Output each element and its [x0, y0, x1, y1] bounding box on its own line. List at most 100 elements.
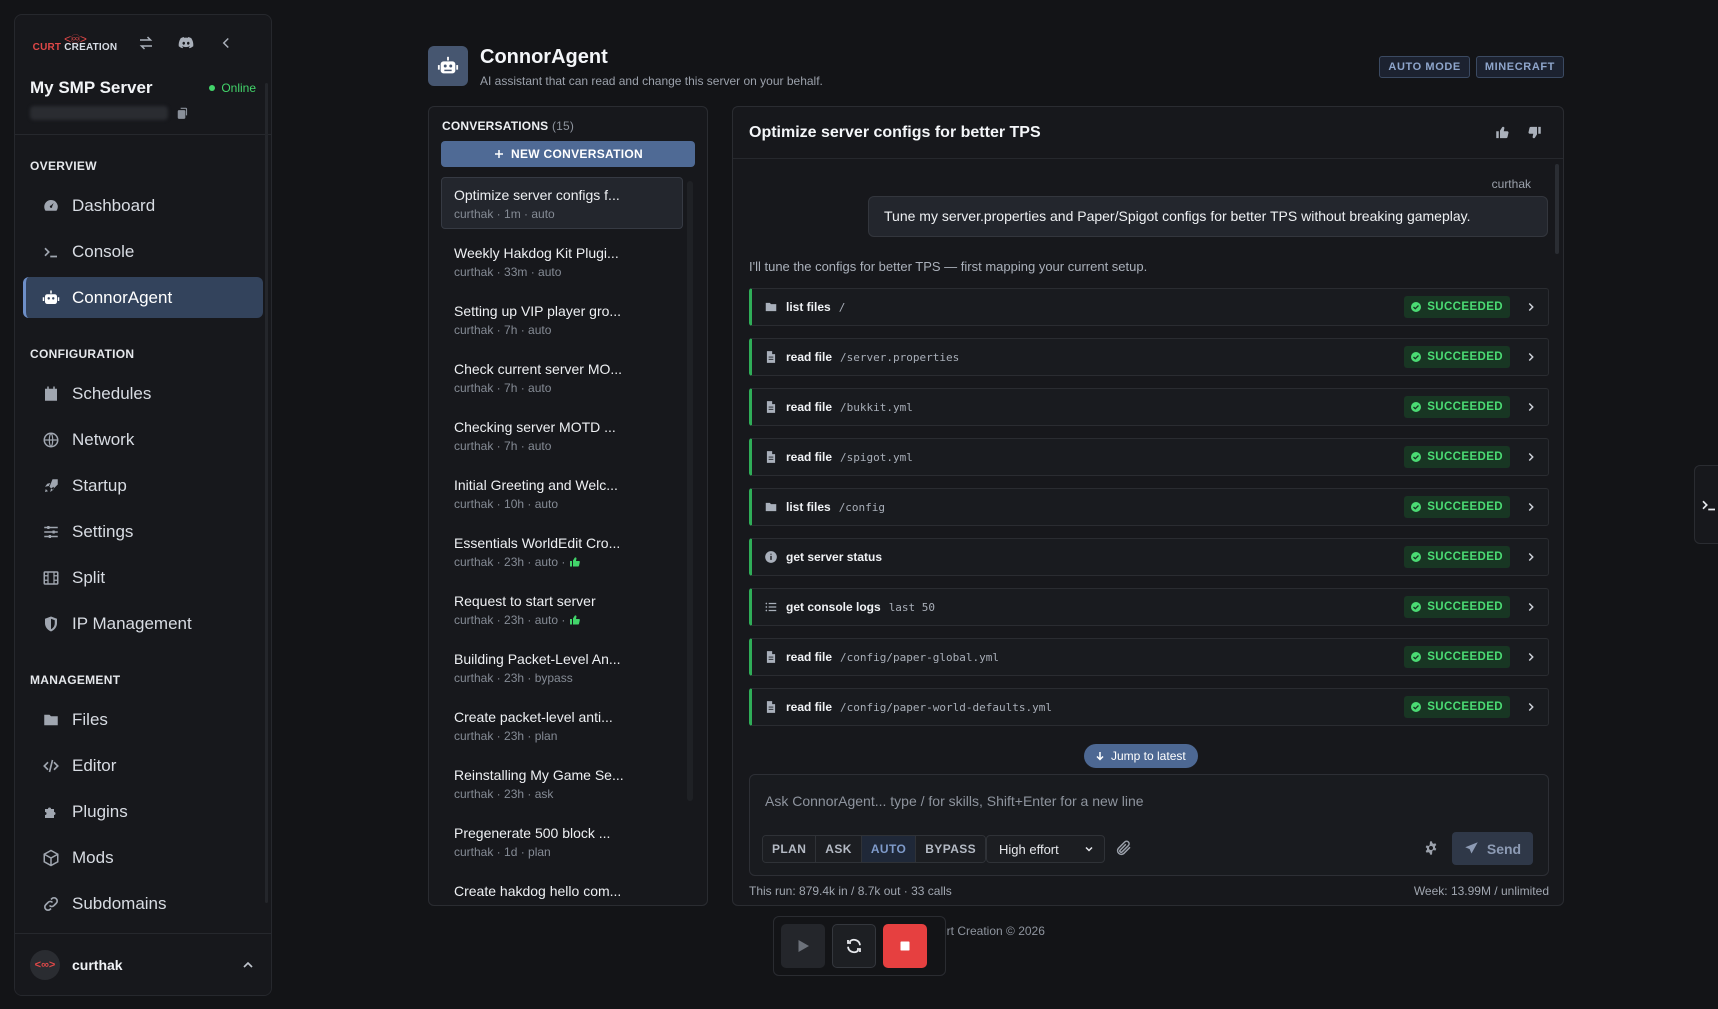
chat-panel: Optimize server configs for better TPS c…: [732, 106, 1564, 906]
chat-transcript[interactable]: curthak Tune my server.properties and Pa…: [733, 160, 1563, 768]
sidebar-scrollbar[interactable]: [265, 83, 268, 903]
mode-plan-button[interactable]: PLAN: [763, 836, 817, 862]
tool-call-row[interactable]: list files/config SUCCEEDED: [749, 488, 1549, 526]
conversation-item[interactable]: Optimize server configs f... curthak · 1m…: [441, 177, 683, 229]
sidebar-item-editor[interactable]: Editor: [23, 745, 263, 786]
gear-icon[interactable]: [1423, 840, 1439, 856]
rocket-icon: [45, 478, 58, 492]
collapse-sidebar-icon[interactable]: [212, 29, 240, 57]
robot-icon: [428, 46, 468, 86]
conversation-meta: curthak · 1m · auto: [454, 207, 555, 221]
chevron-right-icon: [1528, 352, 1534, 362]
mode-ask-button[interactable]: ASK: [816, 836, 862, 862]
conversation-item[interactable]: Building Packet-Level An... curthak · 23h…: [441, 641, 683, 693]
conversation-meta: curthak · 23h · bypass: [454, 671, 573, 685]
console-drawer-tab[interactable]: [1694, 465, 1718, 544]
tool-call-row[interactable]: read file/config/paper-world-defaults.ym…: [749, 688, 1549, 726]
conversation-item[interactable]: Weekly Hakdog Kit Plugi... curthak · 33m …: [441, 235, 683, 287]
conversation-item[interactable]: Initial Greeting and Welc... curthak · 10…: [441, 467, 683, 519]
conversation-item[interactable]: Create packet-level anti... curthak · 23h…: [441, 699, 683, 751]
user-menu[interactable]: <∞> curthak: [15, 933, 271, 995]
tool-call-argument: /config: [838, 500, 886, 514]
conversation-item[interactable]: Setting up VIP player gro... curthak · 7h…: [441, 293, 683, 345]
tool-call-row[interactable]: get server status SUCCEEDED: [749, 538, 1549, 576]
copy-icon[interactable]: [176, 106, 190, 120]
status-badge: SUCCEEDED: [1404, 446, 1510, 468]
info-icon: [765, 551, 777, 563]
chevron-up-icon[interactable]: [240, 957, 256, 973]
send-button[interactable]: Send: [1452, 832, 1533, 865]
sidebar-item-ip-management[interactable]: IP Management: [23, 603, 263, 644]
sidebar-item-label: Plugins: [72, 801, 128, 821]
check-circle-icon: [1411, 302, 1422, 312]
start-button[interactable]: [781, 924, 825, 968]
tool-call-argument: /spigot.yml: [840, 450, 913, 464]
tool-call-row[interactable]: read file/config/paper-global.yml SUCCEED…: [749, 638, 1549, 676]
paperclip-icon[interactable]: [1115, 839, 1133, 857]
sidebar-item-label: Split: [72, 567, 106, 587]
mode-auto-button[interactable]: AUTO: [861, 836, 917, 862]
tool-call-row[interactable]: get console logs last 50 SUCCEEDED: [749, 588, 1549, 626]
nav-section-configuration: CONFIGURATION Schedules Network Startup Sett…: [15, 323, 271, 644]
shield-icon: [45, 616, 57, 631]
sidebar-item-console[interactable]: Console: [23, 231, 263, 272]
conversation-scrollbar[interactable]: [687, 181, 693, 801]
thumbs-up-icon[interactable]: [1489, 120, 1515, 146]
conversation-item[interactable]: Check current server MO... curthak · 7h ·…: [441, 351, 683, 403]
sidebar-top-bar: <♾> CURT CREATION: [15, 15, 271, 70]
link-icon: [44, 896, 58, 911]
sliders-icon: [44, 525, 58, 538]
conversation-meta: curthak · 23h · plan: [454, 729, 558, 743]
tool-call-name: read file: [786, 400, 833, 414]
conversation-item[interactable]: Pregenerate 500 block ... curthak · 1d · …: [441, 815, 683, 867]
stop-button[interactable]: [883, 924, 927, 968]
sidebar-item-network[interactable]: Network: [23, 419, 263, 460]
chevron-right-icon: [1528, 702, 1534, 712]
discord-icon[interactable]: [172, 29, 200, 57]
terminal-icon: [1702, 500, 1715, 510]
sidebar-item-dashboard[interactable]: Dashboard: [23, 185, 263, 226]
tool-call-row[interactable]: read file/spigot.yml SUCCEEDED: [749, 438, 1549, 476]
switch-server-icon[interactable]: [132, 29, 160, 57]
chat-scrollbar[interactable]: [1555, 164, 1559, 254]
sidebar-item-startup[interactable]: Startup: [23, 465, 263, 506]
paper-plane-icon: [1465, 842, 1478, 854]
jump-to-latest-button[interactable]: Jump to latest: [1084, 744, 1198, 768]
conversation-item[interactable]: Request to start server curthak · 23h · a…: [441, 583, 683, 635]
conversation-item[interactable]: Checking server MOTD ... curthak · 7h · a…: [441, 409, 683, 461]
conversation-title: Create hakdog hello com...: [454, 883, 622, 899]
tool-call-argument: /config/paper-global.yml: [840, 650, 999, 664]
sidebar-item-split[interactable]: Split: [23, 557, 263, 598]
conversation-item[interactable]: Create hakdog hello com...: [441, 873, 683, 905]
chevron-right-icon: [1528, 302, 1534, 312]
tool-call-row[interactable]: read file/bukkit.yml SUCCEEDED: [749, 388, 1549, 426]
conversation-meta: curthak · 10h · auto: [454, 497, 559, 511]
username: curthak: [72, 956, 123, 973]
sidebar: <♾> CURT CREATION My SMP Server Online O…: [14, 14, 272, 996]
tool-call-row[interactable]: read file/server.properties SUCCEEDED: [749, 338, 1549, 376]
message-input[interactable]: [765, 793, 1525, 809]
auto-mode-badge: AUTO MODE: [1379, 56, 1470, 78]
tool-call-name: list files: [786, 300, 831, 314]
new-conversation-button[interactable]: NEW CONVERSATION: [441, 141, 695, 167]
effort-select[interactable]: High effort: [986, 835, 1105, 863]
tool-call-name: read file: [786, 450, 833, 464]
thumbs-down-icon[interactable]: [1521, 120, 1547, 146]
sidebar-item-mods[interactable]: Mods: [23, 837, 263, 878]
conversation-item[interactable]: Reinstalling My Game Se... curthak · 23h …: [441, 757, 683, 809]
footer-copyright: urt Creation © 2026: [940, 924, 1045, 938]
mode-bypass-button[interactable]: BYPASS: [916, 836, 986, 862]
conversation-item[interactable]: Essentials WorldEdit Cro... curthak · 23h…: [441, 525, 683, 577]
sidebar-item-schedules[interactable]: Schedules: [23, 373, 263, 414]
brand-logo[interactable]: <♾> CURT CREATION: [30, 33, 120, 53]
sidebar-item-files[interactable]: Files: [23, 699, 263, 740]
conversation-title: Building Packet-Level An...: [454, 651, 621, 667]
sidebar-item-subdomains[interactable]: Subdomains: [23, 883, 263, 924]
sidebar-item-connoragent[interactable]: ConnorAgent: [23, 277, 263, 318]
tool-call-row[interactable]: list files / SUCCEEDED: [749, 288, 1549, 326]
sidebar-item-settings[interactable]: Settings: [23, 511, 263, 552]
sidebar-item-plugins[interactable]: Plugins: [23, 791, 263, 832]
conversation-meta: curthak · 7h · auto: [454, 439, 552, 453]
check-circle-icon: [1411, 502, 1422, 512]
restart-button[interactable]: [832, 924, 876, 968]
